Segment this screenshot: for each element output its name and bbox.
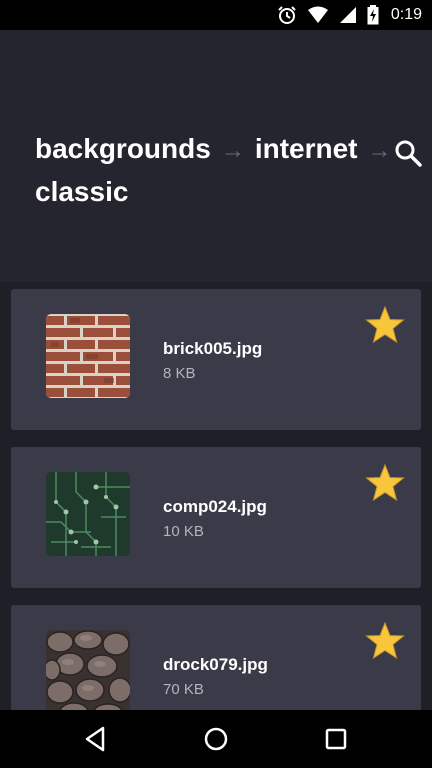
star-icon[interactable] (365, 621, 405, 661)
signal-icon (339, 7, 356, 23)
list-item[interactable]: comp024.jpg 10 KB (11, 447, 421, 588)
breadcrumb-separator: → (367, 137, 392, 164)
thumbnail-brick (46, 314, 130, 398)
clock: 0:19 (390, 6, 422, 23)
wifi-icon (307, 6, 328, 23)
thumbnail-circuit (46, 472, 130, 556)
star-icon[interactable] (365, 463, 405, 503)
search-icon[interactable] (393, 138, 423, 168)
file-size: 70 KB (163, 681, 204, 698)
breadcrumb-item-internet[interactable]: internet (255, 133, 358, 164)
list-item[interactable]: brick005.jpg 8 KB (11, 289, 421, 430)
file-name: drock079.jpg (163, 655, 268, 674)
list-item[interactable]: drock079.jpg 70 KB (11, 605, 421, 710)
status-bar: 0:19 (0, 0, 432, 30)
home-icon[interactable] (201, 724, 231, 754)
breadcrumb-item-backgrounds[interactable]: backgrounds (35, 133, 211, 164)
breadcrumb-separator: → (220, 137, 245, 164)
file-size: 8 KB (163, 365, 196, 382)
breadcrumb: backgrounds → internet → classic (35, 128, 392, 212)
recents-icon[interactable] (321, 724, 351, 754)
file-list[interactable]: brick005.jpg 8 KB comp024.jpg 10 KB droc… (0, 282, 432, 710)
alarm-icon (278, 6, 296, 24)
file-name: comp024.jpg (163, 497, 267, 516)
breadcrumb-item-classic[interactable]: classic (35, 176, 128, 207)
file-size: 10 KB (163, 523, 204, 540)
star-icon[interactable] (365, 305, 405, 345)
back-icon[interactable] (81, 724, 111, 754)
file-name: brick005.jpg (163, 339, 263, 358)
battery-charging-icon (367, 5, 379, 25)
navigation-bar (0, 710, 432, 768)
header: backgrounds → internet → classic (0, 30, 432, 282)
thumbnail-stone (46, 630, 130, 710)
